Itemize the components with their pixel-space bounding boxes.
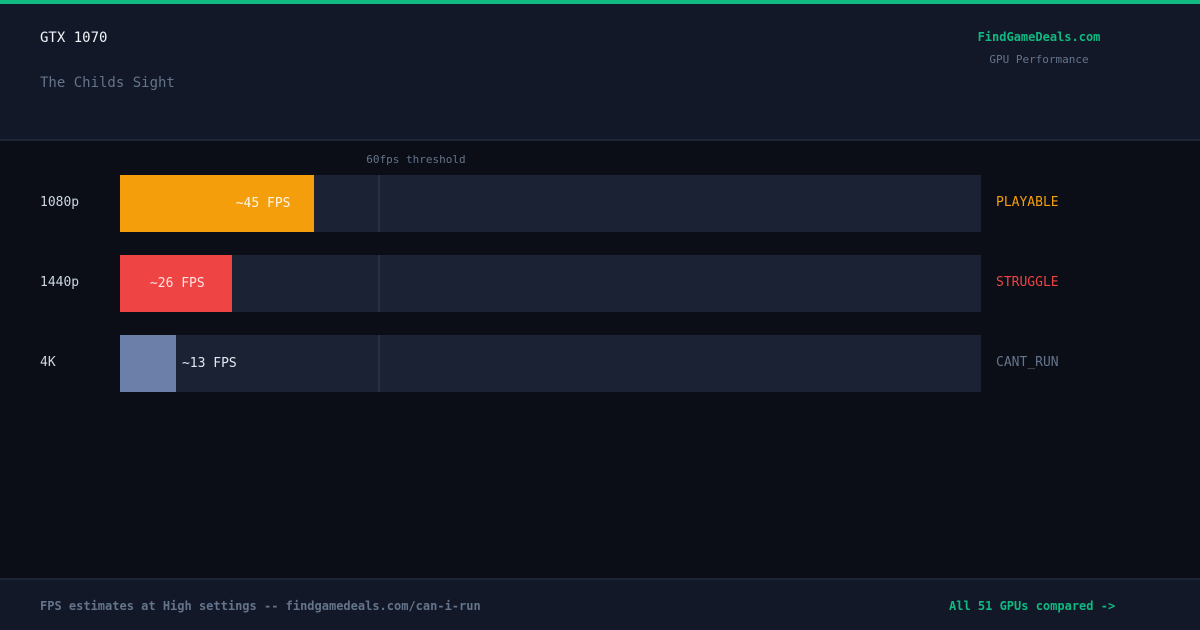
fps-bar: [120, 335, 176, 392]
bar-track: ~45 FPS: [120, 175, 981, 232]
threshold-line: [378, 255, 381, 312]
bar-track: ~13 FPS: [120, 335, 981, 392]
threshold-line: [378, 335, 381, 392]
fps-chart: 60fps threshold 1080p ~45 FPS PLAYABLE 1440…: [0, 143, 1200, 578]
fps-value-label: ~45 FPS: [235, 196, 291, 211]
brand-subtitle: GPU Performance: [989, 53, 1089, 66]
footer: FPS estimates at High settings -- findga…: [0, 578, 1200, 630]
fps-value-label: ~13 FPS: [181, 356, 237, 371]
header: GTX 1070 The Childs Sight FindGameDeals.…: [0, 4, 1200, 141]
all-gpus-link[interactable]: All 51 GPUs compared ->: [949, 599, 1115, 613]
resolution-label: 4K: [40, 355, 56, 370]
footer-note: FPS estimates at High settings -- findga…: [40, 599, 481, 613]
status-badge: STRUGGLE: [996, 275, 1059, 290]
status-badge: PLAYABLE: [996, 195, 1059, 210]
game-title: The Childs Sight: [40, 75, 175, 91]
resolution-label: 1080p: [40, 195, 80, 210]
bar-track: ~26 FPS: [120, 255, 981, 312]
threshold-label: 60fps threshold: [366, 153, 466, 166]
status-badge: CANT_RUN: [996, 355, 1059, 370]
threshold-line: [378, 175, 381, 232]
resolution-label: 1440p: [40, 275, 80, 290]
brand-name: FindGameDeals.com: [977, 30, 1101, 44]
gpu-name: GTX 1070: [40, 30, 108, 46]
fps-value-label: ~26 FPS: [149, 276, 205, 291]
